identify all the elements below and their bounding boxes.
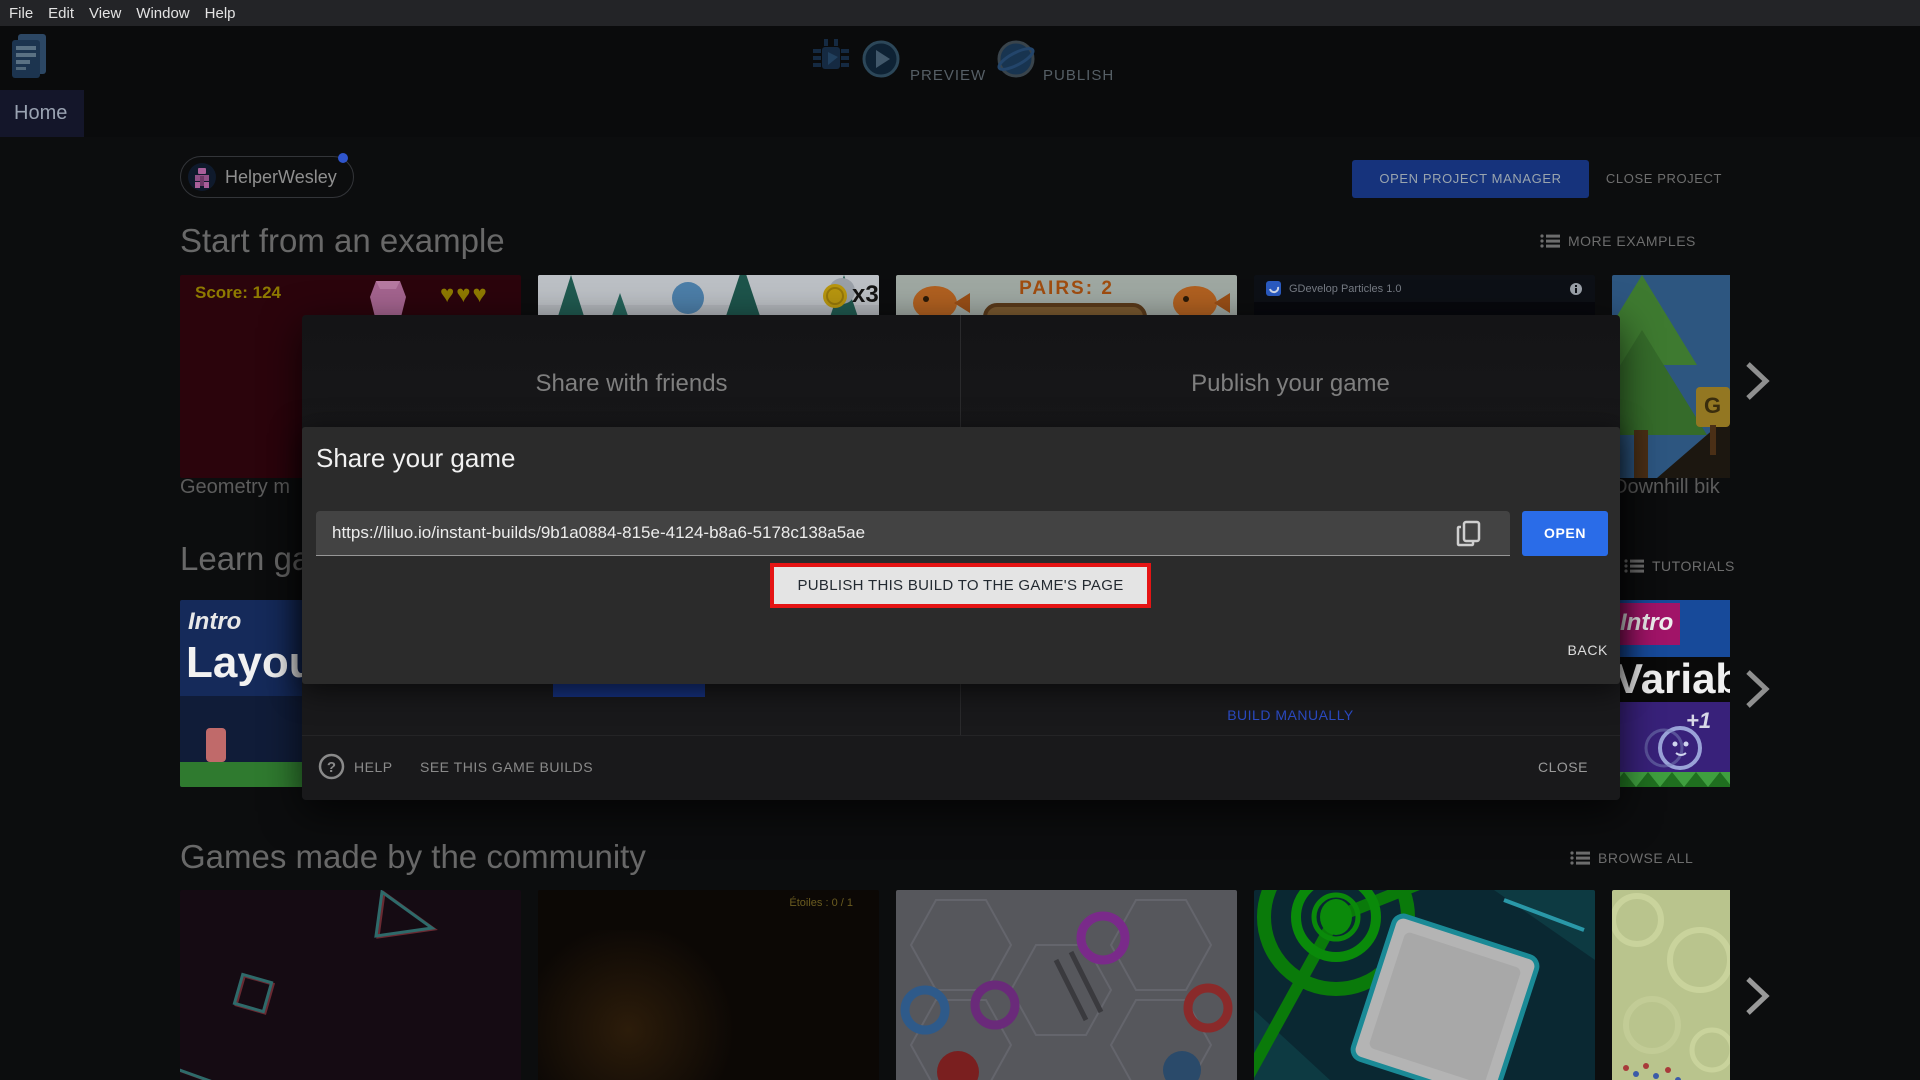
editor-tab-bar: Home [0,90,1920,137]
etoiles-label: Étoiles : 0 / 1 [789,897,853,909]
main-toolbar: PREVIEW PUBLISH [0,26,1920,90]
open-project-manager-button[interactable]: OPEN PROJECT MANAGER [1352,160,1589,198]
notification-dot [338,153,348,163]
list-icon [1624,559,1644,573]
particles-title: GDevelop Particles 1.0 [1289,282,1402,295]
pairs-label: PAIRS: 2 [1019,278,1114,299]
list-icon [1540,234,1560,248]
examples-section-title: Start from an example [180,222,505,259]
tutorials-button[interactable]: TUTORIALS [1624,558,1735,574]
publish-this-build-button[interactable]: PUBLISH THIS BUILD TO THE GAME'S PAGE [774,567,1147,604]
intro-right-badge: Intro [1612,603,1680,645]
menu-view[interactable]: View [89,5,121,22]
see-game-builds-button[interactable]: SEE THIS GAME BUILDS [420,759,593,775]
close-button[interactable]: CLOSE [1538,759,1588,775]
more-examples-button[interactable]: MORE EXAMPLES [1540,233,1696,249]
learn-scroll-right-icon[interactable] [1744,668,1770,710]
g-sign-label: G [1704,393,1722,418]
community-scroll-right-icon[interactable] [1744,975,1770,1017]
example-tile-downhill-bike[interactable]: G [1612,275,1730,478]
debug-icon[interactable] [810,38,852,76]
glow-art [538,930,758,1080]
menu-bar: File Edit View Window Help [0,0,1920,26]
community-section-title: Games made by the community [180,838,646,875]
help-button[interactable]: HELP [354,759,393,775]
variables-label: Variab [1615,655,1730,702]
gdevelop-logo-icon [1266,281,1281,296]
zigzag-grass [1612,772,1730,787]
bubbles-art [1612,893,1730,1080]
menu-window[interactable]: Window [136,5,189,22]
neon-shapes-art [180,890,438,1080]
more-examples-label: MORE EXAMPLES [1568,233,1696,249]
intro-left-label: Intro [188,608,242,635]
downhill-art [1612,275,1730,478]
project-manager-icon[interactable] [10,32,48,80]
publish-button[interactable]: PUBLISH [1043,67,1114,84]
back-button[interactable]: BACK [1532,642,1608,658]
menu-file[interactable]: File [9,5,33,22]
player-character [206,728,226,762]
username-label: HelperWesley [225,166,337,187]
share-url-input[interactable] [316,511,1510,556]
tab-share-with-friends[interactable]: Share with friends [302,370,961,398]
tutorials-label: TUTORIALS [1652,558,1735,574]
close-project-button[interactable]: CLOSE PROJECT [1598,160,1730,198]
learn-section-title: Learn ga [180,540,311,577]
coin-icon [823,284,847,308]
community-tile-neon-shapes[interactable] [180,890,521,1080]
layout-label: Layou [186,638,316,687]
tab-publish-your-game[interactable]: Publish your game [961,370,1620,398]
tab-home[interactable]: Home [0,90,84,137]
score-label: Score: 124 [195,283,281,302]
community-tile-night-scene[interactable]: Étoiles : 0 / 1 [538,890,879,1080]
hearts-art: ♥♥♥ [440,281,489,308]
share-your-game-dialog: Share your game OPEN PUBLISH THIS BUILD … [302,427,1620,684]
build-manually-link[interactable]: BUILD MANUALLY [961,707,1620,723]
ghost-character [1644,726,1702,770]
variables-title-band: Variab [1612,655,1730,702]
generate-link-button-sliver[interactable] [553,683,705,697]
svg-text:?: ? [327,759,336,776]
community-tile-row: Étoiles : 0 / 1 [180,890,1730,1080]
copy-icon[interactable] [1454,519,1484,549]
example-caption-right: Downhill bik [1613,476,1720,498]
teal-target-art [1254,890,1595,1080]
list-icon [1570,851,1590,865]
community-tile-bubbles[interactable] [1612,890,1730,1080]
menu-edit[interactable]: Edit [48,5,74,22]
browse-all-button[interactable]: BROWSE ALL [1570,850,1693,866]
share-dialog-title: Share your game [316,443,516,473]
browse-all-label: BROWSE ALL [1598,850,1694,866]
learn-tile-variables[interactable]: Intro Variab +1 [1612,600,1730,787]
gdevelop-window: File Edit View Window Help PREVIEW PUBLI… [0,0,1920,1080]
menu-help[interactable]: Help [205,5,236,22]
highlight-red-box: PUBLISH THIS BUILD TO THE GAME'S PAGE [770,563,1151,608]
variables-scene: +1 [1612,702,1730,772]
open-url-button[interactable]: OPEN [1522,511,1608,556]
preview-button[interactable]: PREVIEW [910,67,986,84]
footer-divider [302,735,1620,736]
community-tile-teal-target[interactable] [1254,890,1595,1080]
examples-scroll-right-icon[interactable] [1744,360,1770,402]
preview-icon[interactable] [862,40,900,78]
community-tile-hex-rings[interactable] [896,890,1237,1080]
help-icon[interactable]: ? [318,753,345,780]
intro-right-label: Intro [1620,609,1674,636]
info-icon [1570,282,1582,295]
particles-titlebar: GDevelop Particles 1.0 [1254,275,1595,302]
avatar [188,163,216,191]
user-chip[interactable]: HelperWesley [180,156,354,198]
coin-multiplier-label: x3 [852,281,879,308]
publish-icon[interactable] [997,40,1035,78]
example-caption-left: Geometry m [180,476,291,498]
hex-rings-art [900,899,1233,1080]
